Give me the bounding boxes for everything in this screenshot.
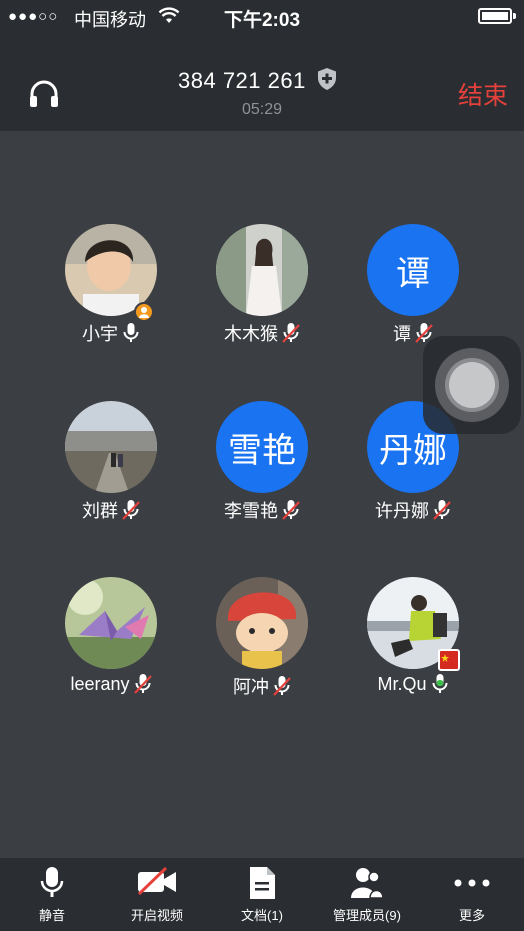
participant-avatar: 谭 <box>367 224 459 316</box>
battery-icon <box>478 8 516 24</box>
flag-badge-icon <box>438 649 460 671</box>
status-time: 下午2:03 <box>223 10 301 31</box>
documents-button[interactable]: 文档(1) <box>212 858 312 931</box>
participant-name: 谭 <box>393 324 411 344</box>
microphone-muted-icon <box>433 500 451 520</box>
participant-name: leerany <box>70 673 130 694</box>
participant-avatar <box>216 577 308 669</box>
participant-tile[interactable]: 雪艳 李雪艳 <box>187 401 337 541</box>
bottom-toolbar: 静音 开启视频 文档(1) 管理成员(9) 更多 <box>0 858 524 931</box>
more-button[interactable]: 更多 <box>422 858 522 931</box>
participant-tile[interactable]: 小宇 <box>36 224 186 364</box>
participant-name: 许丹娜 <box>375 501 429 521</box>
end-meeting-button[interactable]: 结束 <box>458 76 508 112</box>
microphone-speaking-icon <box>432 674 447 693</box>
assistive-touch-button[interactable] <box>423 336 521 434</box>
mute-label: 静音 <box>38 908 65 923</box>
start-video-button[interactable]: 开启视频 <box>107 858 207 931</box>
video-off-icon <box>137 866 176 896</box>
microphone-icon <box>40 867 64 897</box>
participant-avatar <box>216 224 308 316</box>
manage-members-label: 管理成员(9) <box>333 908 401 923</box>
participant-avatar <box>65 401 157 493</box>
participant-tile[interactable]: 阿冲 <box>187 577 337 717</box>
participant-name: 阿冲 <box>233 677 269 697</box>
participant-tile[interactable]: leerany <box>36 577 186 717</box>
manage-members-button[interactable]: 管理成员(9) <box>317 858 417 931</box>
shield-icon <box>318 68 336 90</box>
mute-button[interactable]: 静音 <box>2 858 102 931</box>
meeting-duration: 05:29 <box>241 101 283 118</box>
more-label: 更多 <box>458 908 485 923</box>
more-dots-icon <box>454 879 490 887</box>
meeting-id: 384 721 261 <box>178 68 306 93</box>
members-icon <box>351 868 384 899</box>
participant-avatar <box>65 577 157 669</box>
microphone-muted-icon <box>273 676 291 696</box>
meeting-header: 384 721 261 05:29 结束 <box>0 34 524 131</box>
document-icon <box>250 867 275 899</box>
participant-tile[interactable]: 刘群 <box>36 401 186 541</box>
documents-label: 文档(1) <box>241 908 283 923</box>
participant-name: 刘群 <box>82 501 118 521</box>
microphone-muted-icon <box>282 323 300 343</box>
participant-avatar: 雪艳 <box>216 401 308 493</box>
microphone-muted-icon <box>133 674 152 694</box>
participant-tile[interactable]: Mr.Qu <box>338 577 488 717</box>
participant-name: 木木猴 <box>224 324 278 344</box>
participant-name: 李雪艳 <box>224 501 278 521</box>
participant-name: 小宇 <box>82 324 118 344</box>
status-bar: ●●●○○ 中国移动 下午2:03 <box>0 0 524 34</box>
microphone-icon <box>123 323 139 342</box>
microphone-muted-icon <box>122 500 140 520</box>
participant-tile[interactable]: 木木猴 <box>187 224 337 364</box>
participant-name: Mr.Qu <box>377 673 427 694</box>
microphone-muted-icon <box>282 500 300 520</box>
host-badge-icon <box>134 302 154 322</box>
start-video-label: 开启视频 <box>130 908 183 923</box>
